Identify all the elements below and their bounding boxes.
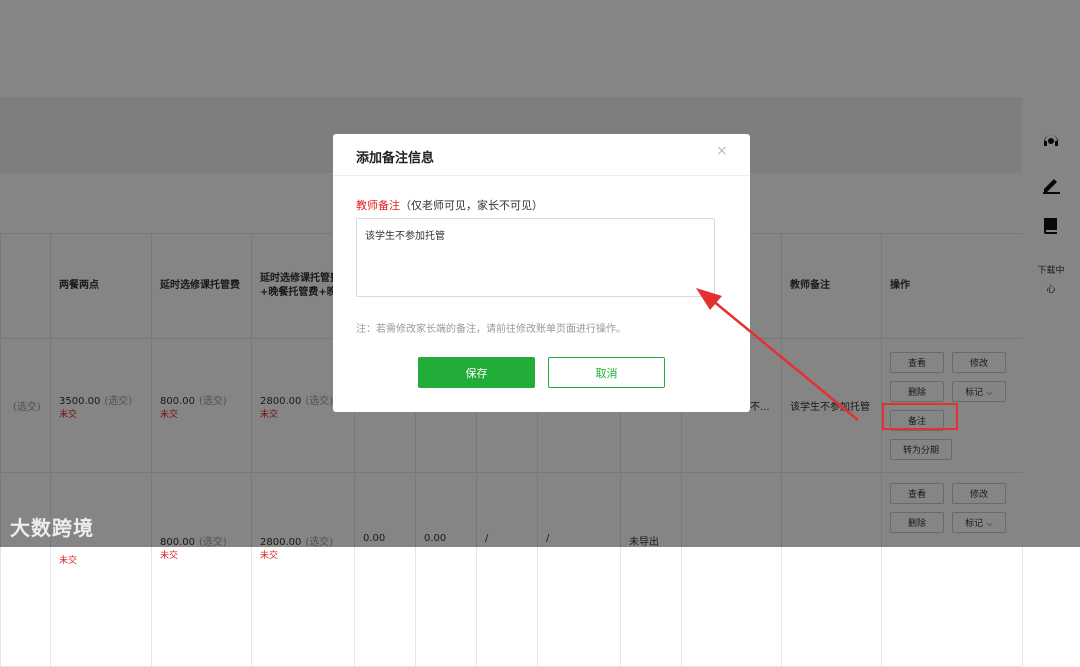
status-unpaid: 未交 <box>260 551 279 561</box>
watermark-logo: 大数跨境 <box>10 512 94 541</box>
status-unpaid: 未交 <box>160 551 179 561</box>
status-unpaid: 未交 <box>59 556 78 566</box>
annotation-arrow <box>696 288 859 421</box>
watermark-text: 大数跨境 <box>10 516 94 540</box>
